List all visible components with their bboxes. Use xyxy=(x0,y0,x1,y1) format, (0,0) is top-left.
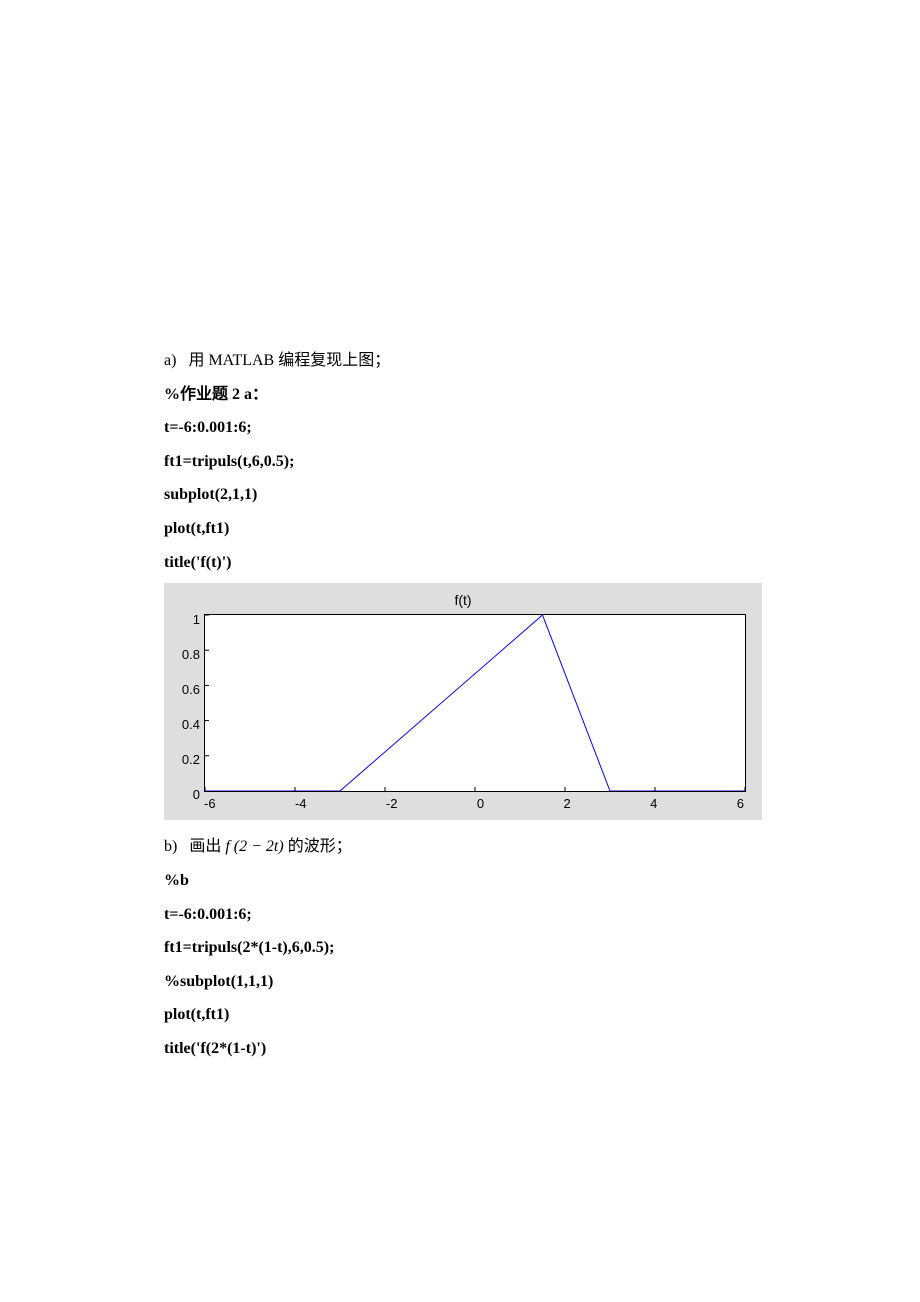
item-b-label: b) xyxy=(164,838,177,855)
code-line: title('f(t)') xyxy=(164,550,756,576)
document-page: a) 用 MATLAB 编程复现上图； %作业题 2 a： t=-6:0.001… xyxy=(0,0,920,1190)
item-a-label: a) xyxy=(164,352,176,369)
x-tick: 6 xyxy=(737,794,744,815)
x-tick: -4 xyxy=(295,794,307,815)
item-b-desc-post: 的波形； xyxy=(284,838,352,855)
item-a: a) 用 MATLAB 编程复现上图； xyxy=(164,348,756,374)
code-comment-a: %作业题 2 a： xyxy=(164,382,756,408)
chart-axes: 1 0.8 0.6 0.4 0.2 0 xyxy=(170,614,756,792)
x-tick: -2 xyxy=(386,794,398,815)
chart-line xyxy=(205,615,745,791)
item-a-desc: 用 MATLAB 编程复现上图； xyxy=(188,352,390,369)
plot-area xyxy=(204,614,746,792)
x-tick: 4 xyxy=(650,794,657,815)
code-line: plot(t,ft1) xyxy=(164,1002,756,1028)
x-tick: 2 xyxy=(563,794,570,815)
code-comment-b: %b xyxy=(164,868,756,894)
chart-title: f(t) xyxy=(170,589,756,613)
code-line: t=-6:0.001:6; xyxy=(164,415,756,441)
x-tick: 0 xyxy=(477,794,484,815)
code-line: plot(t,ft1) xyxy=(164,516,756,542)
y-axis: 1 0.8 0.6 0.4 0.2 0 xyxy=(170,614,204,790)
item-b-desc-pre: 画出 xyxy=(189,838,225,855)
code-line: ft1=tripuls(t,6,0.5); xyxy=(164,449,756,475)
code-line: %subplot(1,1,1) xyxy=(164,969,756,995)
code-line: title('f(2*(1-t)') xyxy=(164,1036,756,1062)
item-b-expr: f (2 − 2t) xyxy=(225,838,283,855)
item-b: b) 画出 f (2 − 2t) 的波形； xyxy=(164,834,756,860)
code-line: ft1=tripuls(2*(1-t),6,0.5); xyxy=(164,935,756,961)
x-tick: -6 xyxy=(204,794,216,815)
tick-marks xyxy=(205,615,745,791)
code-line: subplot(2,1,1) xyxy=(164,482,756,508)
plot-svg xyxy=(205,615,745,791)
code-line: t=-6:0.001:6; xyxy=(164,902,756,928)
chart-figure: f(t) 1 0.8 0.6 0.4 0.2 0 xyxy=(164,583,762,820)
x-axis: -6 -4 -2 0 2 4 6 xyxy=(204,792,744,815)
